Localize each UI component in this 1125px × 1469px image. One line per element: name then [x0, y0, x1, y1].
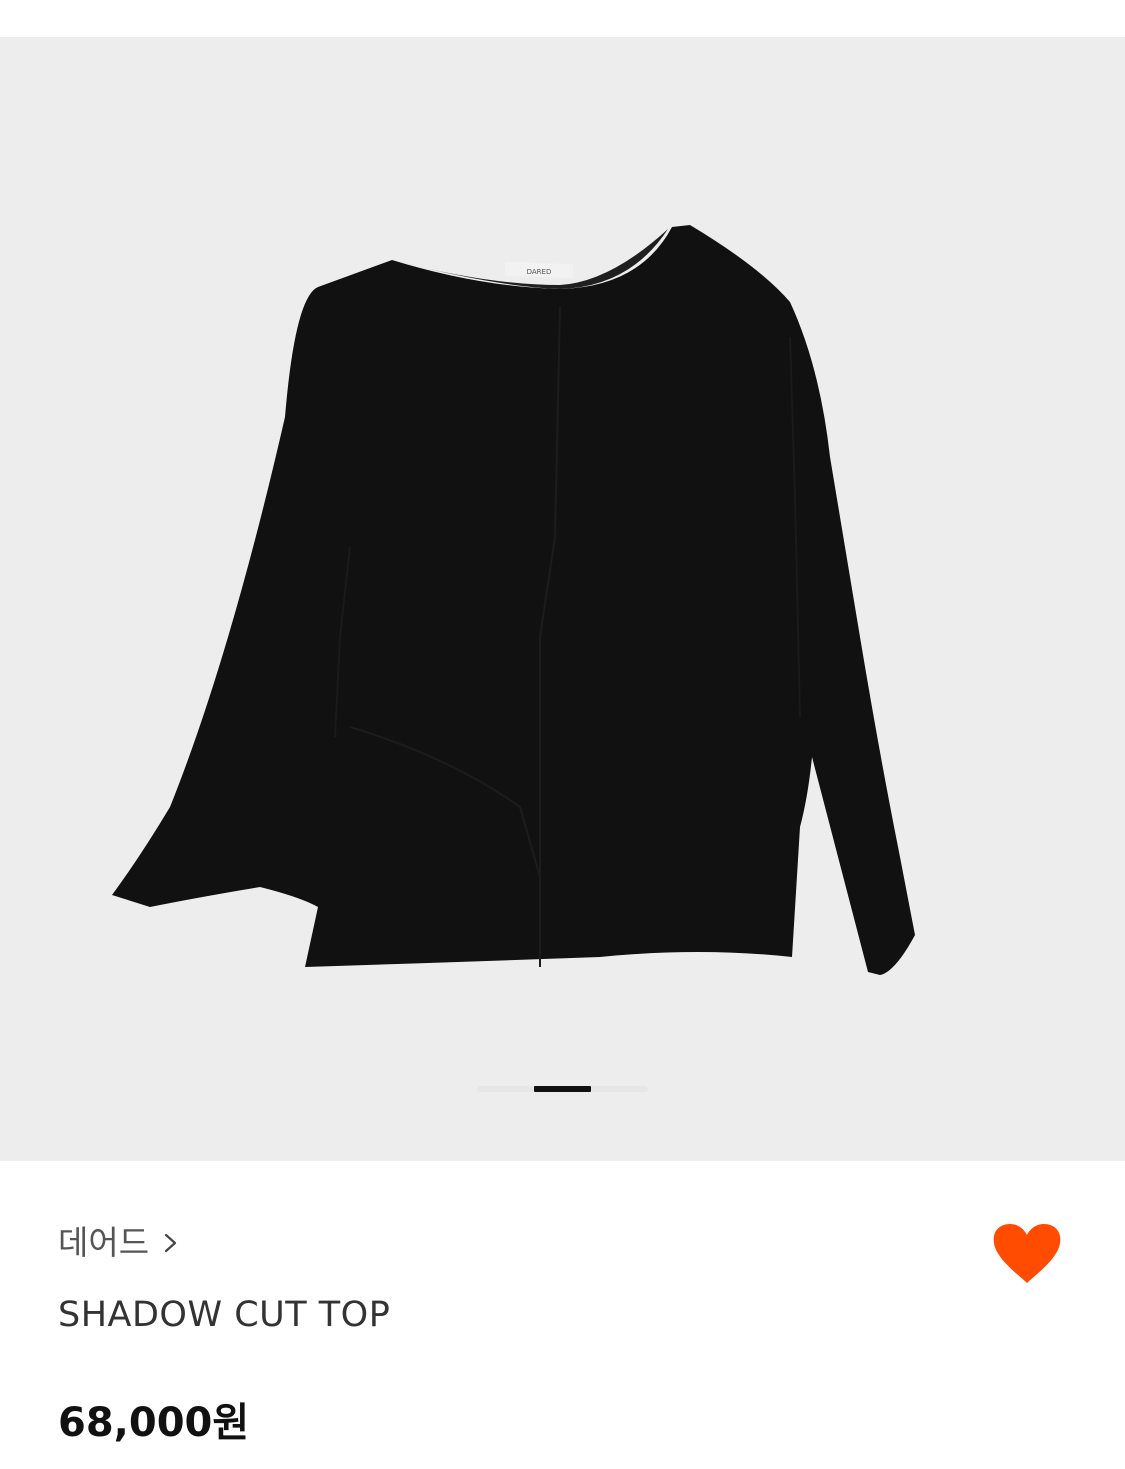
neck-label-text: DARED: [527, 268, 552, 276]
carousel-indicator: [477, 1086, 648, 1092]
product-info: 데어드 SHADOW CUT TOP 68,000원: [0, 1161, 1125, 1469]
top-bar: [0, 0, 1125, 37]
product-image: DARED: [112, 225, 915, 975]
product-name: SHADOW CUT TOP: [58, 1295, 391, 1335]
product-image-carousel[interactable]: DARED: [0, 37, 1125, 1161]
garment-shape: [112, 225, 915, 975]
heart-icon[interactable]: [990, 1221, 1064, 1287]
brand-link[interactable]: 데어드: [58, 1219, 181, 1267]
brand-name: 데어드: [58, 1223, 150, 1262]
product-price: 68,000원: [58, 1400, 250, 1446]
carousel-active-dot: [534, 1086, 591, 1092]
chevron-right-icon: [164, 1233, 177, 1253]
